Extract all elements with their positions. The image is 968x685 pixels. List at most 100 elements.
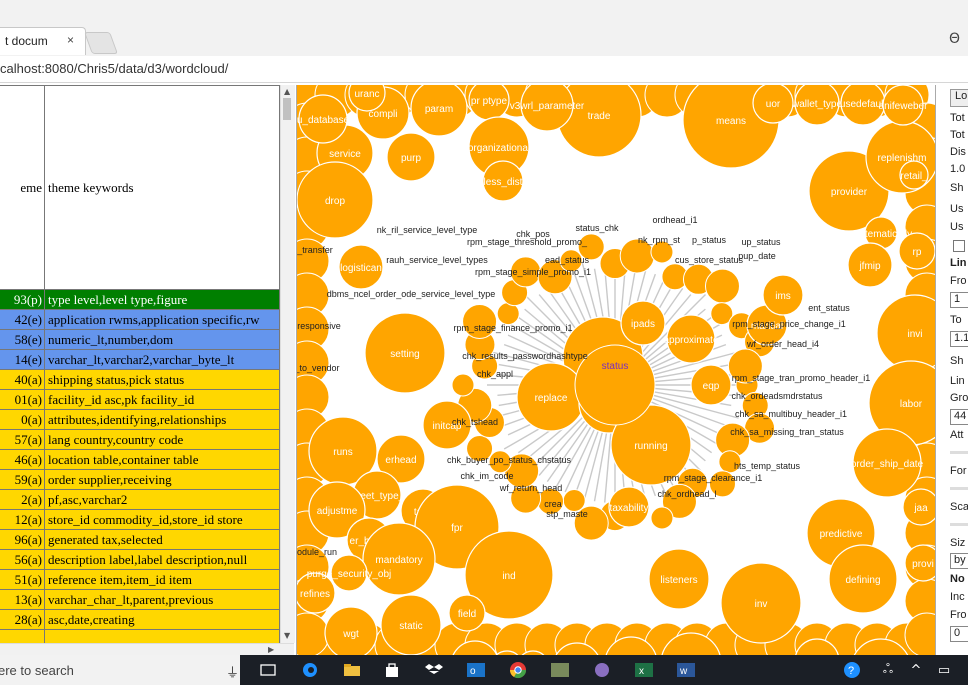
user-profile-icon[interactable]: Θ: [949, 31, 960, 47]
size-select[interactable]: by: [950, 553, 968, 569]
table-row[interactable]: 57(a) lang country,country code: [0, 429, 280, 450]
excel-icon[interactable]: x: [634, 660, 654, 680]
table-row[interactable]: 59(a) order supplier,receiving: [0, 469, 280, 490]
table-row[interactable]: 96(a) generated tax,selected: [0, 529, 280, 550]
scroll-up-icon[interactable]: ▲: [284, 87, 290, 96]
word-bubble[interactable]: invi: [876, 294, 935, 372]
ring-bubble[interactable]: [462, 304, 498, 340]
word-bubble[interactable]: eqp: [690, 364, 732, 406]
word-bubble[interactable]: retail_: [899, 160, 929, 190]
bubble-circle[interactable]: [876, 294, 935, 372]
table-row[interactable]: 2(a) pf,asc,varchar2: [0, 489, 280, 510]
outlook-icon[interactable]: o: [466, 660, 486, 680]
ring-bubble[interactable]: [704, 268, 740, 304]
word-bubble[interactable]: field: [448, 594, 486, 632]
word-bubble[interactable]: static: [380, 594, 442, 655]
word-bubble[interactable]: wallet_type: [791, 85, 842, 126]
word-bubble[interactable]: taxability: [608, 486, 650, 528]
file-explorer-icon[interactable]: [342, 660, 362, 680]
help-icon[interactable]: ?: [842, 660, 862, 680]
url-text[interactable]: calhost:8080/Chris5/data/d3/wordcloud/: [0, 61, 228, 76]
table-row[interactable]: 56(a) description label,label description…: [0, 549, 280, 570]
word-bubble[interactable]: rp: [898, 232, 935, 270]
from-input-2[interactable]: 0: [950, 626, 968, 642]
word-bubble[interactable]: setting: [364, 312, 446, 394]
tray-chevron-icon[interactable]: ^: [906, 660, 926, 680]
table-vertical-scrollbar[interactable]: ▲ ▼: [280, 85, 295, 643]
task-view-icon[interactable]: [258, 660, 278, 680]
app-icon-1[interactable]: [550, 660, 570, 680]
group-input[interactable]: 44: [950, 409, 968, 425]
word-bubble[interactable]: jaa: [902, 488, 935, 526]
word-bubble[interactable]: approximate: [663, 314, 719, 364]
table-row[interactable]: 51(a) reference item,item_id item: [0, 569, 280, 590]
table-row[interactable]: 93(p) type level,level type,figure: [0, 289, 280, 310]
ring-bubble[interactable]: [451, 373, 475, 397]
word-bubble[interactable]: listeners: [648, 548, 710, 610]
word-bubble[interactable]: purp: [386, 132, 436, 182]
from-input[interactable]: 1: [950, 292, 968, 308]
new-tab-button[interactable]: [83, 32, 119, 54]
bubble-label: uor: [766, 99, 781, 110]
table-scroll-thumb[interactable]: [283, 98, 291, 120]
table-row[interactable]: 28(a) asc,date,creating: [0, 609, 280, 630]
word-bubble[interactable]: uor: [752, 85, 794, 124]
bubble-label: listeners: [660, 575, 697, 586]
scroll-down-icon[interactable]: ▼: [284, 631, 290, 640]
table-row[interactable]: 58(e) numeric_lt,number,dom: [0, 329, 280, 350]
to-input[interactable]: 1.1: [950, 331, 968, 347]
word-bubble[interactable]: jfmip: [847, 242, 893, 288]
people-icon[interactable]: ஃ: [878, 660, 898, 680]
word-bubble[interactable]: fpl_qty_less_dist_qty_fpl: [449, 160, 558, 202]
table-row[interactable]: 13(a) varchar_char_lt,parent,previous: [0, 589, 280, 610]
scale-slider[interactable]: [950, 487, 968, 490]
svg-text:x: x: [639, 666, 644, 677]
option-checkbox[interactable]: [953, 240, 965, 252]
link-label: Lin: [950, 375, 965, 387]
table-row[interactable]: 40(a) shipping status,pick status: [0, 369, 280, 390]
store-icon[interactable]: [382, 660, 402, 680]
word-bubble[interactable]: drop: [297, 161, 374, 239]
tab-close-icon[interactable]: ×: [67, 33, 74, 47]
edge-bubble[interactable]: [904, 612, 935, 655]
word-bubble[interactable]: mandatory: [362, 522, 436, 596]
word-bubble[interactable]: inv: [720, 562, 802, 644]
edge-browser-icon[interactable]: [300, 660, 320, 680]
word-bubble[interactable]: pr ptype: [468, 85, 510, 121]
table-row[interactable]: 0(a) attributes,identifying,relationships: [0, 409, 280, 430]
bubble-label: service: [329, 149, 361, 160]
ring-bubble[interactable]: [650, 506, 674, 530]
table-row[interactable]: 01(a) facility_id asc,pk facility_id: [0, 389, 280, 410]
size-slider[interactable]: [950, 523, 968, 526]
table-row[interactable]: 46(a) location table,container table: [0, 449, 280, 470]
table-row[interactable]: 12(a) store_id commodity_id,store_id stor…: [0, 509, 280, 530]
scroll-right-icon[interactable]: ▶: [268, 645, 274, 654]
word-bubble[interactable]: provi: [904, 544, 935, 582]
word-bubble[interactable]: defining: [828, 544, 898, 614]
table-row[interactable]: 14(e) varchar_lt,varchar2,varchar_byte_lt: [0, 349, 280, 370]
edge-bubble[interactable]: [297, 612, 330, 655]
bubble-label: compli: [369, 109, 398, 120]
node-label: rauh_service_level_types: [386, 255, 488, 265]
app-icon-2[interactable]: [592, 660, 612, 680]
browser-tab[interactable]: t docum ×: [0, 27, 86, 55]
force-slider[interactable]: [950, 451, 968, 454]
word-bubble[interactable]: param: [410, 85, 468, 137]
word-bubble[interactable]: replace: [516, 362, 586, 432]
word-bubble[interactable]: wgt: [324, 606, 378, 655]
chrome-icon[interactable]: [508, 660, 528, 680]
theme-keywords-cell: facility_id asc,pk facility_id: [44, 389, 280, 410]
word-bubble[interactable]: logistican: [338, 244, 384, 290]
load-button[interactable]: Lo: [950, 89, 968, 107]
microphone-icon[interactable]: ⏚: [226, 662, 239, 681]
word-icon[interactable]: w: [676, 660, 696, 680]
word-bubble[interactable]: ipads: [620, 300, 666, 346]
taskbar-search-box[interactable]: ere to search ⏚: [0, 655, 240, 685]
address-bar[interactable]: calhost:8080/Chris5/data/d3/wordcloud/: [0, 56, 968, 83]
dropbox-icon[interactable]: [424, 660, 444, 680]
theme-keywords-cell: reference item,item_id item: [44, 569, 280, 590]
network-icon[interactable]: ▭: [934, 660, 954, 680]
word-bubble[interactable]: ims: [762, 274, 804, 316]
table-row[interactable]: 42(e) application rwms,application specif…: [0, 309, 280, 330]
theme-id-cell: 57(a): [0, 429, 45, 450]
